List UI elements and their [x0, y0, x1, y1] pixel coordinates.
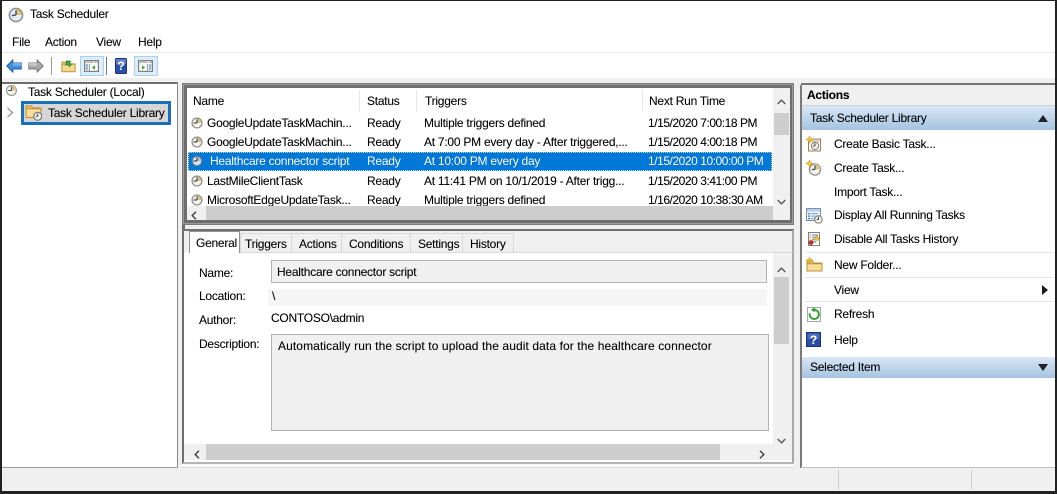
- svg-text:?: ?: [117, 59, 124, 73]
- svg-text:?: ?: [810, 333, 818, 347]
